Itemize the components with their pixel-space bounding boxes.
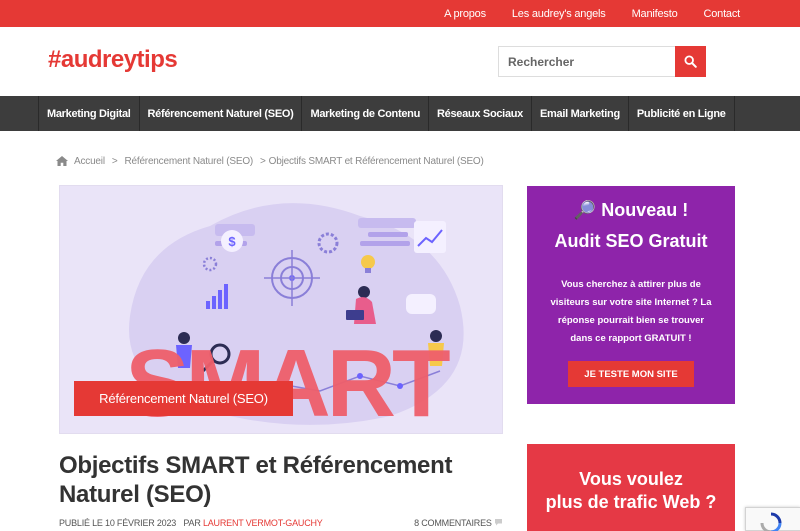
search-icon	[684, 55, 697, 68]
comment-icon	[495, 519, 502, 526]
breadcrumb-separator: >	[260, 155, 266, 167]
recaptcha-icon	[760, 512, 782, 531]
publish-date: PUBLIÉ LE 10 FÉVRIER 2023	[59, 518, 177, 528]
nav-item-marketing-contenu[interactable]: Marketing de Contenu	[302, 96, 429, 131]
traffic-line-2: plus de trafic Web ?	[545, 492, 717, 512]
top-link-contact[interactable]: Contact	[703, 8, 740, 20]
post-meta: PUBLIÉ LE 10 FÉVRIER 2023 PAR LAURENT VE…	[59, 518, 503, 530]
author-prefix: PAR	[183, 518, 201, 528]
traffic-line-1: Vous voulez	[579, 469, 683, 489]
audit-promo-widget: 🔎 Nouveau ! Audit SEO Gratuit Vous cherc…	[527, 186, 735, 404]
top-link-audreys-angels[interactable]: Les audrey's angels	[512, 8, 606, 20]
author-link[interactable]: LAURENT VERMOT-GAUCHY	[203, 518, 323, 528]
nav-item-publicite[interactable]: Publicité en Ligne	[629, 96, 735, 131]
site-logo[interactable]: #audreytips	[48, 46, 178, 74]
top-link-manifesto[interactable]: Manifesto	[632, 8, 678, 20]
nav-item-seo[interactable]: Référencement Naturel (SEO)	[140, 96, 303, 131]
comments-link[interactable]: 8 COMMENTAIRES	[414, 518, 503, 528]
search-form	[498, 46, 706, 77]
breadcrumb-category[interactable]: Référencement Naturel (SEO)	[124, 156, 253, 167]
home-icon	[56, 156, 68, 166]
page: A propos Les audrey's angels Manifesto C…	[0, 0, 800, 531]
post-title: Objectifs SMART et Référencement Naturel…	[59, 452, 453, 508]
promo-title-2: Audit SEO Gratuit	[554, 231, 708, 251]
main-nav: Marketing Digital Référencement Naturel …	[0, 96, 800, 131]
breadcrumb-home[interactable]: Accueil	[74, 156, 105, 167]
category-badge[interactable]: Référencement Naturel (SEO)	[74, 381, 293, 416]
svg-text:$: $	[228, 234, 236, 249]
promo-title-1: 🔎 Nouveau !	[573, 200, 689, 220]
test-site-button[interactable]: JE TESTE MON SITE	[568, 361, 694, 387]
search-input[interactable]	[498, 46, 676, 77]
traffic-widget[interactable]: Vous voulez plus de trafic Web ?	[527, 444, 735, 531]
nav-item-reseaux-sociaux[interactable]: Réseaux Sociaux	[429, 96, 532, 131]
nav-item-marketing-digital[interactable]: Marketing Digital	[38, 96, 140, 131]
nav-item-email-marketing[interactable]: Email Marketing	[532, 96, 629, 131]
promo-description: Vous cherchez à attirer plus de visiteur…	[550, 279, 712, 344]
top-bar: A propos Les audrey's angels Manifesto C…	[0, 0, 800, 27]
breadcrumb-separator: >	[111, 155, 118, 167]
breadcrumb-current: Objectifs SMART et Référencement Naturel…	[268, 155, 484, 167]
top-link-a-propos[interactable]: A propos	[444, 8, 486, 20]
comments-count: 8 COMMENTAIRES	[414, 518, 492, 528]
recaptcha-badge[interactable]	[745, 507, 800, 531]
breadcrumb: Accueil > Référencement Naturel (SEO) > …	[56, 154, 484, 168]
top-links: A propos Les audrey's angels Manifesto C…	[418, 0, 740, 27]
search-button[interactable]	[675, 46, 706, 77]
